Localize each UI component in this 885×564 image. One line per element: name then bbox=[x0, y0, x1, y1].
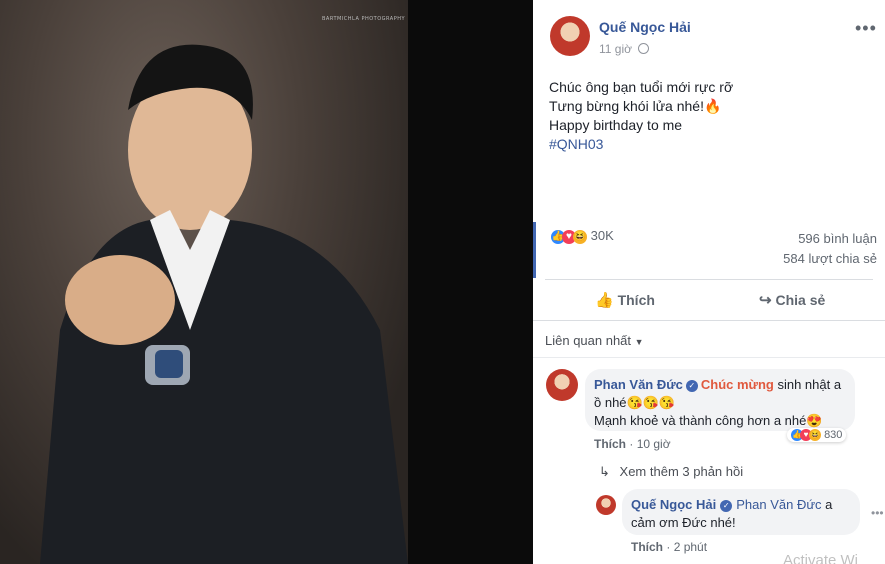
reply-time[interactable]: 2 phút bbox=[674, 540, 707, 554]
post-body: Chúc ông bạn tuổi mới rực rỡ Tưng bừng k… bbox=[549, 78, 733, 154]
like-button[interactable]: 👍 Thích bbox=[595, 291, 655, 309]
comment-reaction-count: 830 bbox=[824, 429, 843, 441]
share-arrow-icon: ↪ bbox=[759, 292, 772, 309]
comment-highlight: Chúc mừng bbox=[700, 377, 774, 392]
share-button[interactable]: ↪ Chia sẻ bbox=[759, 291, 825, 309]
reply-line-1: Quế Ngọc Hải ✓ Phan Văn Đức a bbox=[631, 496, 832, 514]
photo-watermark: BARTMICHLA PHOTOGRAPHY bbox=[322, 16, 406, 22]
comment-time[interactable]: 10 giờ bbox=[637, 437, 671, 451]
separator: · bbox=[629, 437, 637, 451]
divider bbox=[545, 279, 873, 280]
separator: · bbox=[666, 540, 674, 554]
reply-text: Quế Ngọc Hải ✓ Phan Văn Đức a cảm ơm Đức n… bbox=[631, 496, 832, 532]
share-button-label: Chia sẻ bbox=[775, 292, 826, 308]
post-line-1: Chúc ông bạn tuổi mới rực rỡ bbox=[549, 79, 734, 95]
reply-text-rest: a bbox=[821, 497, 833, 512]
portrait-illustration bbox=[40, 44, 408, 564]
more-options-icon[interactable]: ••• bbox=[855, 18, 877, 39]
view-more-replies[interactable]: ↳ Xem thêm 3 phản hồi bbox=[599, 464, 743, 480]
reply-line-2: cảm ơm Đức nhé! bbox=[631, 515, 736, 530]
like-button-label: Thích bbox=[617, 292, 655, 308]
caret-down-icon: ▼ bbox=[634, 337, 644, 347]
post-hashtag[interactable]: #QNH03 bbox=[549, 135, 733, 154]
divider bbox=[533, 357, 885, 358]
commenter-avatar[interactable] bbox=[546, 369, 578, 401]
view-more-replies-label: Xem thêm 3 phản hồi bbox=[619, 464, 744, 479]
comment-line-1: Phan Văn Đức ✓ Chúc mừng sinh nhật a bbox=[594, 376, 859, 394]
post-photo-viewer: BARTMICHLA PHOTOGRAPHY bbox=[0, 0, 533, 564]
comment-author[interactable]: Phan Văn Đức bbox=[594, 377, 683, 392]
comment-line-2: ồ nhé😘😘😘 bbox=[594, 395, 676, 410]
reply-avatar[interactable] bbox=[596, 495, 616, 515]
reply-actions: Thích · 2 phút bbox=[631, 540, 707, 554]
activate-windows-watermark: Activate Wi bbox=[783, 552, 859, 564]
reply-options-icon[interactable]: ••• bbox=[871, 506, 884, 520]
post-panel: Quế Ngọc Hải 11 giờ ••• Chúc ông bạn tuổ… bbox=[533, 0, 885, 564]
haha-reaction-icon: 😆 bbox=[573, 229, 587, 244]
comment-like-link[interactable]: Thích bbox=[594, 437, 626, 451]
post-line-2: Tưng bừng khói lửa nhé!🔥 bbox=[549, 98, 722, 114]
comment-text-rest: sinh nhật a bbox=[773, 377, 842, 392]
reply-mention[interactable]: Phan Văn Đức bbox=[736, 497, 821, 512]
reply-arrow-icon: ↳ bbox=[599, 464, 610, 479]
reaction-count: 30K bbox=[590, 228, 614, 243]
share-count[interactable]: 584 lượt chia sẻ bbox=[783, 251, 877, 266]
globe-icon bbox=[638, 43, 650, 54]
divider bbox=[533, 320, 885, 321]
post-author-name[interactable]: Quế Ngọc Hải bbox=[599, 19, 691, 35]
comment-reactions[interactable]: 👍 ♥ 😆 830 bbox=[787, 428, 847, 443]
comment-count[interactable]: 596 bình luận bbox=[798, 231, 877, 246]
verified-badge-icon: ✓ bbox=[685, 379, 698, 392]
post-time-text: 11 giờ bbox=[599, 42, 632, 56]
thumbs-up-icon: 👍 bbox=[595, 292, 614, 309]
post-photo[interactable]: BARTMICHLA PHOTOGRAPHY bbox=[0, 0, 408, 564]
verified-badge-icon: ✓ bbox=[720, 499, 733, 512]
post-time[interactable]: 11 giờ bbox=[599, 42, 650, 56]
comment-sort-label: Liên quan nhất bbox=[545, 333, 632, 348]
post-line-3: Happy birthday to me bbox=[549, 117, 683, 133]
comment-text: Phan Văn Đức ✓ Chúc mừng sinh nhật a ồ nhé… bbox=[594, 376, 859, 430]
reaction-summary[interactable]: 👍 ♥ 😆 30K bbox=[551, 228, 614, 244]
post-author-avatar[interactable] bbox=[550, 16, 590, 56]
reply-like-link[interactable]: Thích bbox=[631, 540, 663, 554]
scroll-indicator bbox=[533, 222, 536, 278]
comment-actions: Thích · 10 giờ bbox=[594, 437, 671, 451]
reply-author[interactable]: Quế Ngọc Hải bbox=[631, 497, 716, 512]
haha-reaction-icon: 😆 bbox=[809, 429, 821, 442]
comment-sort-dropdown[interactable]: Liên quan nhất ▼ bbox=[545, 333, 644, 348]
